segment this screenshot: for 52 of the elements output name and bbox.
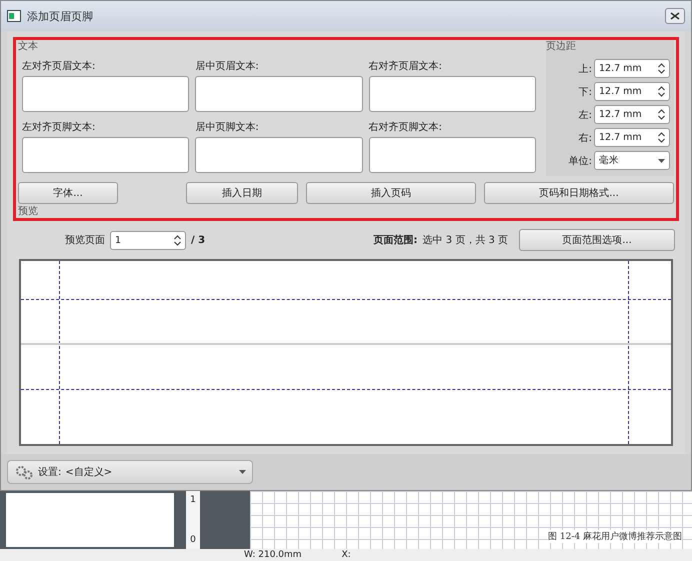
field-label: 左对齐页眉文本: (22, 60, 96, 73)
settings-dropdown[interactable]: 设置: <自定义> (7, 460, 253, 484)
group-title: 文本 (18, 40, 39, 53)
text-field[interactable] (22, 137, 190, 173)
text-field[interactable] (368, 76, 536, 112)
gears-icon (14, 464, 34, 480)
range-text: 选中 3 页，共 3 页 (422, 234, 508, 247)
range-options-button[interactable]: 页面范围选项... (519, 229, 675, 251)
dropdown-arrow-icon[interactable] (658, 158, 665, 162)
spin-arrows-icon[interactable] (174, 234, 181, 246)
window-icon (7, 10, 21, 22)
field-label: 左对齐页脚文本: (22, 120, 96, 134)
margin-label: 右: (578, 132, 592, 144)
action-button[interactable]: 字体... (18, 182, 118, 204)
text-field[interactable] (195, 137, 363, 173)
margin-label: 下: (578, 86, 592, 98)
x-readout: X: (342, 549, 351, 561)
spin-field[interactable]: 12.7 mm (594, 128, 670, 147)
text-field[interactable] (368, 137, 536, 173)
spin-field[interactable]: 12.7 mm (594, 82, 670, 101)
spin-arrows-icon[interactable] (658, 86, 665, 97)
field-label: 右对齐页眉文本: (368, 60, 444, 73)
text-field[interactable] (22, 76, 190, 112)
ruler: 1 0 (186, 491, 200, 549)
group-title: 预览 (18, 206, 38, 218)
field-label: 居中页眉文本: (195, 60, 260, 73)
text-field[interactable] (195, 76, 363, 112)
action-button[interactable]: 插入页码 (306, 182, 476, 204)
action-button[interactable]: 页码和日期格式... (484, 182, 674, 204)
page-spinner[interactable]: 1 (110, 230, 186, 250)
group-title: 页边距 (546, 40, 577, 53)
window-title: 添加页眉页脚 (27, 8, 93, 24)
margin-label: 上: (578, 62, 592, 76)
preview-page-label: 预览页面 (65, 234, 105, 247)
action-button[interactable]: 插入日期 (186, 182, 298, 204)
unit-dropdown[interactable]: 毫米 (594, 151, 670, 170)
field-label: 右对齐页脚文本: (368, 120, 444, 134)
spin-arrows-icon[interactable] (658, 63, 665, 74)
close-button[interactable] (665, 8, 685, 24)
close-icon (670, 12, 680, 20)
caption: 图 12-4 麻花用户微博推荐示意图 (548, 530, 682, 543)
spin-arrows-icon[interactable] (658, 132, 665, 143)
spin-arrows-icon[interactable] (658, 109, 665, 120)
dropdown-arrow-icon[interactable] (239, 470, 246, 474)
spin-field[interactable]: 12.7 mm (594, 59, 670, 78)
unit-label: 单位: (568, 154, 592, 168)
margin-label: 左: (578, 108, 592, 122)
spin-field[interactable]: 12.7 mm (594, 105, 670, 124)
page-total: / 3 (191, 234, 206, 246)
width-readout: W: 210.0mm (244, 549, 302, 561)
range-label: 页面范围: (374, 234, 418, 247)
field-label: 居中页脚文本: (195, 120, 260, 134)
